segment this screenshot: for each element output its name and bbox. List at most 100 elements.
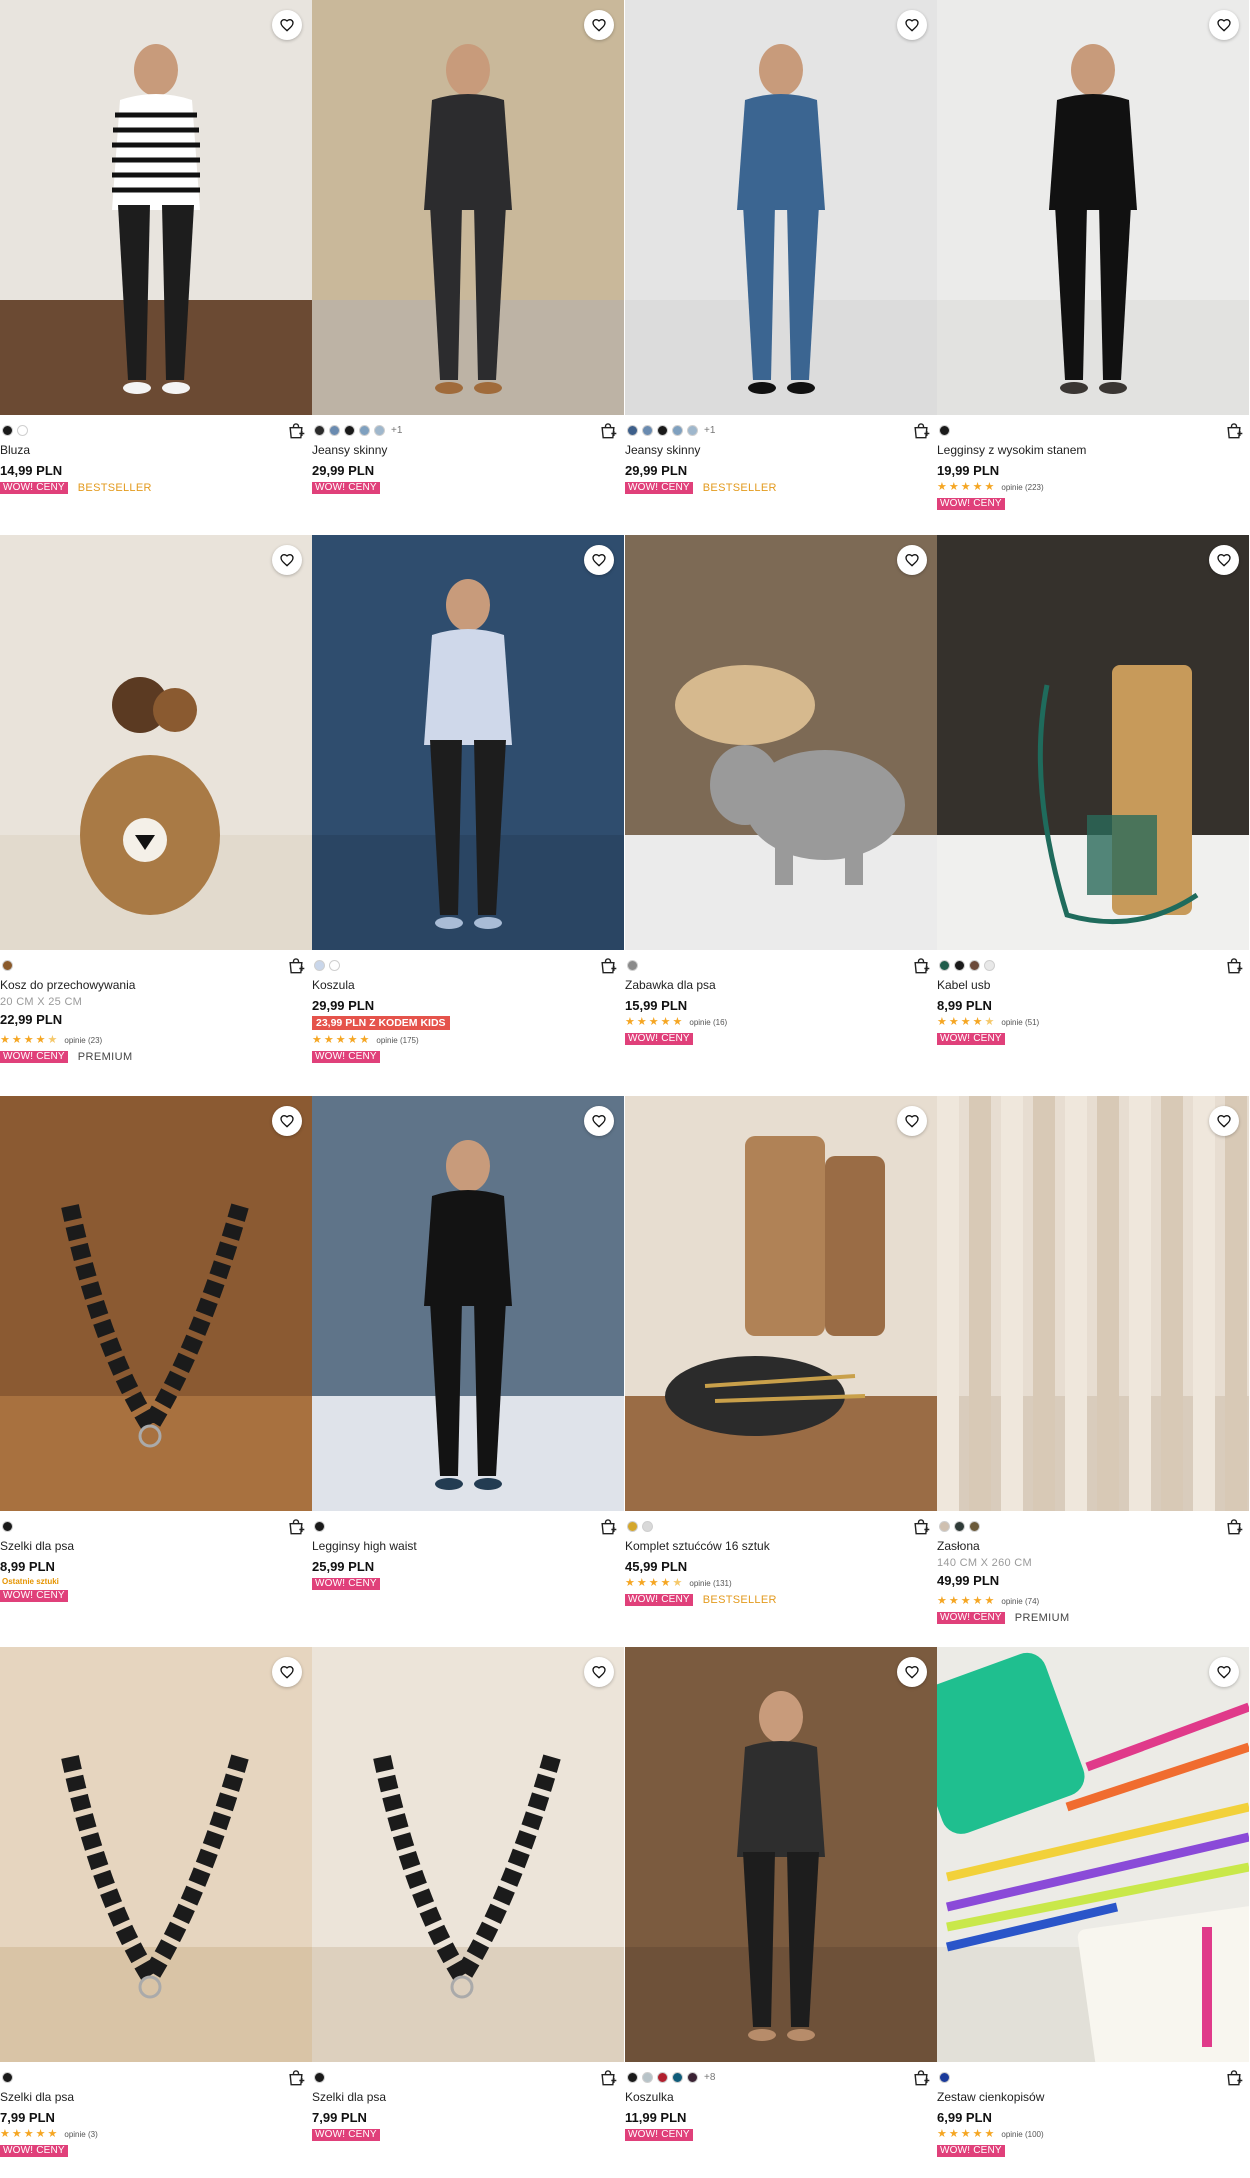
product-image[interactable] xyxy=(312,535,624,950)
add-to-cart-icon[interactable] xyxy=(598,421,618,441)
add-to-cart-icon[interactable] xyxy=(598,2068,618,2088)
color-swatch[interactable] xyxy=(627,959,638,971)
product-name[interactable]: Jeansy skinny xyxy=(625,443,700,457)
product-name[interactable]: Zestaw cienkopisów xyxy=(937,2090,1044,2104)
product-name[interactable]: Legginsy high waist xyxy=(312,1539,417,1553)
product-card[interactable]: Komplet sztućców 16 sztuk 45,99 PLN ★ ★ ★ ★ ★ o… xyxy=(625,1096,937,1647)
color-swatch[interactable] xyxy=(657,2071,668,2083)
color-swatch[interactable] xyxy=(359,424,370,436)
color-swatch[interactable] xyxy=(329,959,340,971)
product-rating[interactable]: ★ ★ ★ ★ ★ opinie (3) xyxy=(0,2128,98,2140)
product-image[interactable] xyxy=(312,1096,624,1511)
product-card[interactable]: Zasłona 140 CM X 260 CM 49,99 PLN ★ ★ ★ ★ ★ opin… xyxy=(937,1096,1250,1647)
color-swatch[interactable] xyxy=(17,424,28,436)
product-name[interactable]: Szelki dla psa xyxy=(0,1539,74,1553)
wishlist-heart-icon[interactable] xyxy=(897,545,927,575)
color-swatch[interactable] xyxy=(687,2071,698,2083)
product-name[interactable]: Szelki dla psa xyxy=(0,2090,74,2104)
product-image[interactable] xyxy=(937,1647,1249,2062)
product-name[interactable]: Szelki dla psa xyxy=(312,2090,386,2104)
color-swatch[interactable] xyxy=(969,1520,980,1532)
add-to-cart-icon[interactable] xyxy=(1224,2068,1244,2088)
product-name[interactable]: Jeansy skinny xyxy=(312,443,387,457)
wishlist-heart-icon[interactable] xyxy=(1209,1657,1239,1687)
product-card[interactable]: Szelki dla psa 8,99 PLN Ostatnie sztuki WOW… xyxy=(0,1096,312,1647)
color-swatch[interactable] xyxy=(627,1520,638,1532)
product-image[interactable] xyxy=(625,535,937,950)
color-swatch[interactable] xyxy=(954,1520,965,1532)
color-swatch[interactable] xyxy=(939,1520,950,1532)
product-image[interactable] xyxy=(0,1096,312,1511)
add-to-cart-icon[interactable] xyxy=(286,956,306,976)
add-to-cart-icon[interactable] xyxy=(286,1517,306,1537)
wishlist-heart-icon[interactable] xyxy=(272,545,302,575)
product-name[interactable]: Koszula xyxy=(312,978,355,992)
product-card[interactable]: Kabel usb 8,99 PLN ★ ★ ★ ★ ★ opinie (51) WOW! CE… xyxy=(937,535,1250,1096)
wishlist-heart-icon[interactable] xyxy=(584,545,614,575)
product-rating[interactable]: ★ ★ ★ ★ ★ opinie (175) xyxy=(312,1034,419,1046)
add-to-cart-icon[interactable] xyxy=(286,2068,306,2088)
wishlist-heart-icon[interactable] xyxy=(897,1657,927,1687)
product-rating[interactable]: ★ ★ ★ ★ ★ opinie (51) xyxy=(937,1016,1039,1028)
color-swatch[interactable] xyxy=(2,959,13,971)
product-name[interactable]: Zabawka dla psa xyxy=(625,978,716,992)
color-swatch[interactable] xyxy=(672,424,683,436)
add-to-cart-icon[interactable] xyxy=(911,2068,931,2088)
product-image[interactable] xyxy=(937,0,1249,415)
color-swatch[interactable] xyxy=(374,424,385,436)
product-card[interactable]: Legginsy z wysokim stanem 19,99 PLN ★ ★ ★ ★ ★ o… xyxy=(937,0,1250,535)
product-name[interactable]: Komplet sztućców 16 sztuk xyxy=(625,1539,770,1553)
product-image[interactable] xyxy=(625,1096,937,1511)
product-rating[interactable]: ★ ★ ★ ★ ★ opinie (23) xyxy=(0,1034,102,1046)
wishlist-heart-icon[interactable] xyxy=(272,10,302,40)
product-card[interactable]: +1 Jeansy skinny 29,99 PLN WOW! CENY BESTSEL… xyxy=(625,0,937,535)
product-name[interactable]: Koszulka xyxy=(625,2090,674,2104)
color-swatch[interactable] xyxy=(642,424,653,436)
product-card[interactable]: Zabawka dla psa 15,99 PLN ★ ★ ★ ★ ★ opinie (16)… xyxy=(625,535,937,1096)
color-swatch[interactable] xyxy=(2,424,13,436)
product-image[interactable] xyxy=(0,0,312,415)
product-card[interactable]: Koszula 29,99 PLN 23,99 PLN Z KODEM KIDS ★ ★… xyxy=(312,535,624,1096)
color-swatch[interactable] xyxy=(314,424,325,436)
product-image[interactable] xyxy=(312,0,624,415)
wishlist-heart-icon[interactable] xyxy=(1209,10,1239,40)
product-rating[interactable]: ★ ★ ★ ★ ★ opinie (223) xyxy=(937,481,1044,493)
product-rating[interactable]: ★ ★ ★ ★ ★ opinie (16) xyxy=(625,1016,727,1028)
product-name[interactable]: Kosz do przechowywania xyxy=(0,978,135,992)
product-card[interactable]: Zestaw cienkopisów 6,99 PLN ★ ★ ★ ★ ★ opinie (1… xyxy=(937,1647,1250,2178)
color-swatch[interactable] xyxy=(657,424,668,436)
add-to-cart-icon[interactable] xyxy=(1224,956,1244,976)
wishlist-heart-icon[interactable] xyxy=(584,1657,614,1687)
product-rating[interactable]: ★ ★ ★ ★ ★ opinie (100) xyxy=(937,2128,1044,2140)
add-to-cart-icon[interactable] xyxy=(286,421,306,441)
add-to-cart-icon[interactable] xyxy=(911,956,931,976)
color-swatch[interactable] xyxy=(627,2071,638,2083)
color-swatch[interactable] xyxy=(939,2071,950,2083)
product-image[interactable] xyxy=(937,1096,1249,1511)
product-image[interactable] xyxy=(0,535,312,950)
add-to-cart-icon[interactable] xyxy=(598,1517,618,1537)
product-image[interactable] xyxy=(312,1647,624,2062)
product-name[interactable]: Zasłona xyxy=(937,1539,980,1553)
color-swatch[interactable] xyxy=(314,1520,325,1532)
product-name[interactable]: Legginsy z wysokim stanem xyxy=(937,443,1086,457)
color-swatch[interactable] xyxy=(642,1520,653,1532)
add-to-cart-icon[interactable] xyxy=(1224,1517,1244,1537)
add-to-cart-icon[interactable] xyxy=(1224,421,1244,441)
color-swatch[interactable] xyxy=(969,959,980,971)
wishlist-heart-icon[interactable] xyxy=(272,1657,302,1687)
add-to-cart-icon[interactable] xyxy=(911,1517,931,1537)
product-image[interactable] xyxy=(625,0,937,415)
color-swatch[interactable] xyxy=(672,2071,683,2083)
product-card[interactable]: +8 Koszulka 11,99 PLN WOW! CENY xyxy=(625,1647,937,2178)
product-card[interactable]: Legginsy high waist 25,99 PLN WOW! CENY xyxy=(312,1096,624,1647)
color-swatch[interactable] xyxy=(954,959,965,971)
color-swatch[interactable] xyxy=(2,1520,13,1532)
product-card[interactable]: Bluza 14,99 PLN WOW! CENY BESTSELLER xyxy=(0,0,312,535)
color-swatch[interactable] xyxy=(939,424,950,436)
product-card[interactable]: +1 Jeansy skinny 29,99 PLN WOW! CENY xyxy=(312,0,624,535)
product-card[interactable]: Szelki dla psa 7,99 PLN WOW! CENY xyxy=(312,1647,624,2178)
add-to-cart-icon[interactable] xyxy=(598,956,618,976)
color-swatch[interactable] xyxy=(984,959,995,971)
color-swatch[interactable] xyxy=(314,2071,325,2083)
